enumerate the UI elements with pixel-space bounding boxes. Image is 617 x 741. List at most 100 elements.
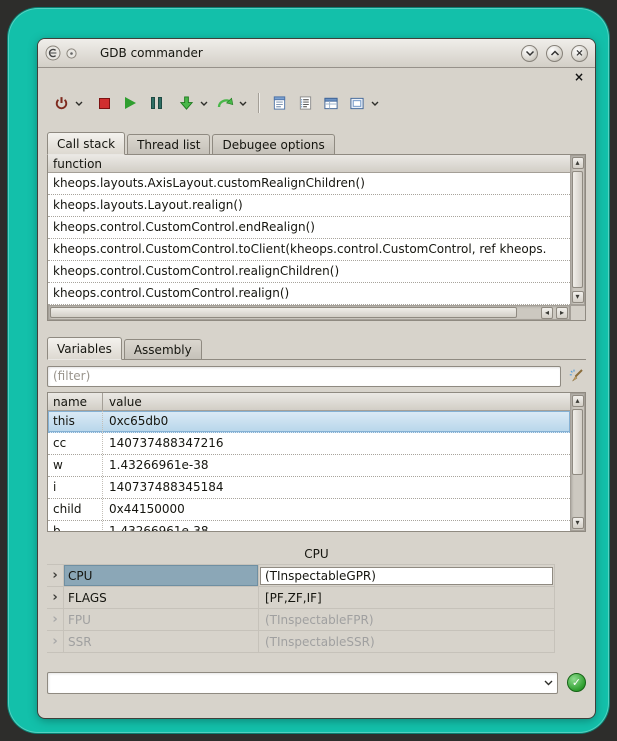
- cpu-row-value-cell: [PF,ZF,IF]: [259, 587, 555, 608]
- cpu-row[interactable]: ›SSR(TInspectableSSR): [47, 631, 555, 653]
- run-icon: [125, 97, 136, 109]
- cpu-row[interactable]: ›CPU(TInspectableGPR): [47, 565, 555, 587]
- options-dropdown[interactable]: [368, 91, 381, 115]
- arrow-down-icon: ▾: [575, 293, 579, 301]
- variables-vertical-scrollbar[interactable]: ▴ ▾: [570, 393, 585, 531]
- maximize-button[interactable]: [546, 45, 563, 62]
- scroll-up-button[interactable]: ▴: [572, 157, 584, 169]
- panel-close-button[interactable]: ×: [574, 71, 584, 86]
- callstack-horizontal-scrollbar[interactable]: ◂ ▸: [48, 305, 570, 320]
- expander-icon[interactable]: ›: [47, 609, 63, 630]
- titlebar[interactable]: GDB commander ×: [38, 39, 595, 68]
- filter-input[interactable]: [47, 366, 561, 387]
- chevron-down-icon: [239, 101, 247, 106]
- scroll-up-button[interactable]: ▴: [572, 395, 584, 407]
- tab-assembly[interactable]: Assembly: [124, 339, 202, 359]
- command-input[interactable]: [48, 674, 539, 692]
- cpu-row-name: CPU: [63, 565, 259, 586]
- callstack-row[interactable]: kheops.control.CustomControl.toClient(kh…: [48, 239, 570, 261]
- variables-rows: this0xc65db0cc140737488347216w1.43266961…: [48, 411, 570, 531]
- output-button[interactable]: [268, 91, 290, 115]
- step-over-button[interactable]: [214, 91, 236, 115]
- scrollbar-thumb[interactable]: [50, 307, 517, 318]
- expander-icon[interactable]: ›: [47, 587, 63, 608]
- scroll-down-button[interactable]: ▾: [572, 517, 584, 529]
- expander-icon[interactable]: ›: [47, 631, 63, 652]
- power-dropdown[interactable]: [72, 91, 85, 115]
- callstack-row[interactable]: kheops.layouts.Layout.realign(): [48, 195, 570, 217]
- arrow-up-icon: ▴: [575, 159, 579, 167]
- tab-call-stack[interactable]: Call stack: [47, 132, 125, 155]
- cpu-window-button[interactable]: [320, 91, 342, 115]
- cpu-row[interactable]: ›FPU(TInspectableFPR): [47, 609, 555, 631]
- tab-debugee-options[interactable]: Debugee options: [212, 134, 334, 154]
- variable-row[interactable]: b1.43266961e-38: [48, 521, 570, 531]
- callstack-panel: function kheops.layouts.AxisLayout.custo…: [47, 154, 586, 321]
- function-column-header: function: [53, 157, 102, 171]
- list-icon: [298, 95, 313, 111]
- name-column-header: name: [48, 393, 103, 410]
- variable-value: 0x44150000: [103, 499, 570, 520]
- callstack-row[interactable]: kheops.layouts.AxisLayout.customRealignC…: [48, 173, 570, 195]
- combo-dropdown-button[interactable]: [539, 673, 557, 693]
- arrow-down-icon: ▾: [575, 519, 579, 527]
- variable-value: 1.43266961e-38: [103, 521, 570, 531]
- cpu-value-field[interactable]: (TInspectableGPR): [260, 567, 553, 585]
- scroll-down-button[interactable]: ▾: [572, 291, 584, 303]
- chevron-down-icon: [525, 50, 535, 57]
- app-icon[interactable]: [45, 45, 61, 61]
- variable-value: 0xc65db0: [103, 411, 570, 432]
- options-button[interactable]: [346, 91, 368, 115]
- step-into-button[interactable]: [175, 91, 197, 115]
- panel-header: ×: [47, 71, 586, 86]
- stop-button[interactable]: [93, 91, 115, 115]
- variable-row[interactable]: w1.43266961e-38: [48, 455, 570, 477]
- variable-name: b: [48, 521, 103, 531]
- callstack-row[interactable]: kheops.control.CustomControl.realignChil…: [48, 261, 570, 283]
- step-into-dropdown[interactable]: [197, 91, 210, 115]
- scrollbar-thumb[interactable]: [572, 171, 583, 288]
- chevron-down-icon: [544, 680, 553, 686]
- variables-panel: name value this0xc65db0cc140737488347216…: [47, 392, 586, 532]
- variable-row[interactable]: i140737488345184: [48, 477, 570, 499]
- close-button[interactable]: ×: [571, 45, 588, 62]
- step-over-dropdown[interactable]: [236, 91, 249, 115]
- stop-icon: [99, 98, 110, 109]
- tab-variables[interactable]: Variables: [47, 337, 122, 360]
- callstack-row[interactable]: kheops.control.CustomControl.endRealign(…: [48, 217, 570, 239]
- callstack-row[interactable]: kheops.control.CustomControl.realign(): [48, 283, 570, 305]
- scrollbar-thumb[interactable]: [572, 409, 583, 475]
- tab-thread-list[interactable]: Thread list: [127, 134, 210, 154]
- variables-tabbar: VariablesAssembly: [47, 337, 586, 360]
- command-combobox[interactable]: [47, 672, 558, 694]
- cpu-row-value: (TInspectableFPR): [259, 613, 374, 627]
- frame-icon: [349, 96, 365, 111]
- minimize-button[interactable]: [521, 45, 538, 62]
- command-list-button[interactable]: [294, 91, 316, 115]
- cpu-row-value-cell: (TInspectableGPR): [259, 565, 555, 586]
- send-command-button[interactable]: ✓: [567, 673, 586, 692]
- variable-row[interactable]: this0xc65db0: [48, 411, 570, 433]
- window-grid-icon: [323, 96, 339, 111]
- variable-row[interactable]: cc140737488347216: [48, 433, 570, 455]
- power-button[interactable]: [50, 91, 72, 115]
- variable-name: w: [48, 455, 103, 476]
- expander-icon[interactable]: ›: [47, 565, 63, 586]
- pause-button[interactable]: [145, 91, 167, 115]
- variable-value: 1.43266961e-38: [103, 455, 570, 476]
- power-icon: [54, 96, 69, 111]
- chevron-down-icon: [200, 101, 208, 106]
- callstack-vertical-scrollbar[interactable]: ▴ ▾: [570, 155, 585, 305]
- window-menu-icon[interactable]: [66, 48, 77, 59]
- variable-row[interactable]: child0x44150000: [48, 499, 570, 521]
- document-icon: [272, 95, 287, 111]
- scroll-right-button[interactable]: ▸: [556, 307, 568, 319]
- variable-name: i: [48, 477, 103, 498]
- cpu-row[interactable]: ›FLAGS[PF,ZF,IF]: [47, 587, 555, 609]
- toolbar-separator: [258, 93, 259, 113]
- clear-filter-button[interactable]: [566, 366, 586, 386]
- run-button[interactable]: [119, 91, 141, 115]
- scroll-left-button[interactable]: ◂: [541, 307, 553, 319]
- cpu-grid: ›CPU(TInspectableGPR)›FLAGS[PF,ZF,IF]›FP…: [47, 564, 555, 653]
- debug-toolbar: [47, 86, 586, 120]
